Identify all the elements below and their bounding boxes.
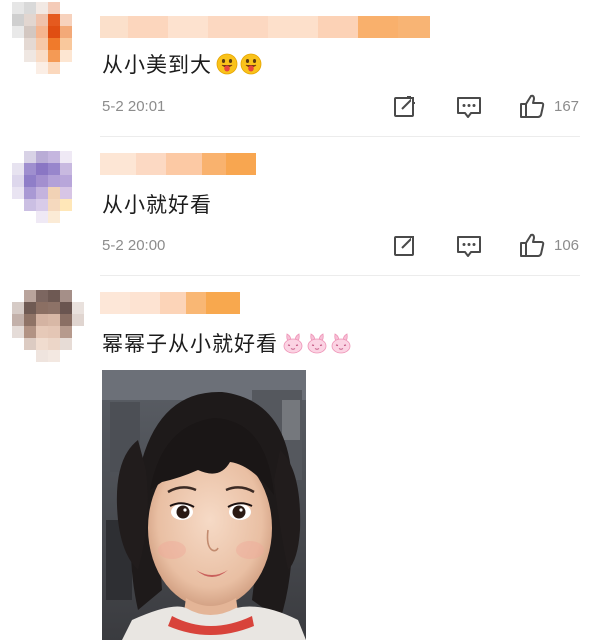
- comment-icon[interactable]: [455, 232, 483, 260]
- comment-text: 幂幂子从小就好看: [102, 329, 352, 357]
- comment-photo[interactable]: [102, 370, 306, 640]
- timestamp: 5-2 20:01: [102, 98, 166, 115]
- thumbs-up-icon[interactable]: [518, 92, 546, 120]
- comment-text-content: 从小美到大: [102, 53, 212, 77]
- share-icon[interactable]: [391, 93, 419, 121]
- comment-icon[interactable]: [455, 93, 483, 121]
- avatar[interactable]: [12, 151, 84, 223]
- child-portrait-image: [102, 370, 306, 640]
- comment-item: 从小就好看 5-2 20:00 106: [0, 137, 606, 277]
- avatar[interactable]: [12, 290, 84, 362]
- thumbs-up-icon[interactable]: [518, 231, 546, 259]
- like-count: 106: [554, 237, 580, 254]
- username-blurred[interactable]: [100, 16, 430, 38]
- comment-text: 从小就好看: [102, 190, 212, 218]
- grinning-tongue-emoji: [216, 53, 238, 75]
- like-count: 167: [554, 98, 580, 115]
- pink-bunny-emoji: [283, 333, 303, 354]
- username-blurred[interactable]: [100, 153, 256, 175]
- comment-feed: 从小美到大 5-2 20:01 167 从小就好看 5-2 20:00 106 …: [0, 0, 606, 640]
- pink-bunny-emoji: [307, 333, 327, 354]
- comment-text-content: 幂幂子从小就好看: [102, 332, 278, 356]
- pink-bunny-emoji: [331, 333, 351, 354]
- comment-text: 从小美到大: [102, 50, 262, 78]
- grinning-tongue-emoji: [240, 53, 262, 75]
- timestamp: 5-2 20:00: [102, 237, 166, 254]
- share-icon[interactable]: [391, 232, 419, 260]
- username-blurred[interactable]: [100, 292, 240, 314]
- comment-item: 从小美到大 5-2 20:01 167: [0, 0, 606, 135]
- comment-text-content: 从小就好看: [102, 193, 212, 217]
- avatar[interactable]: [12, 2, 84, 74]
